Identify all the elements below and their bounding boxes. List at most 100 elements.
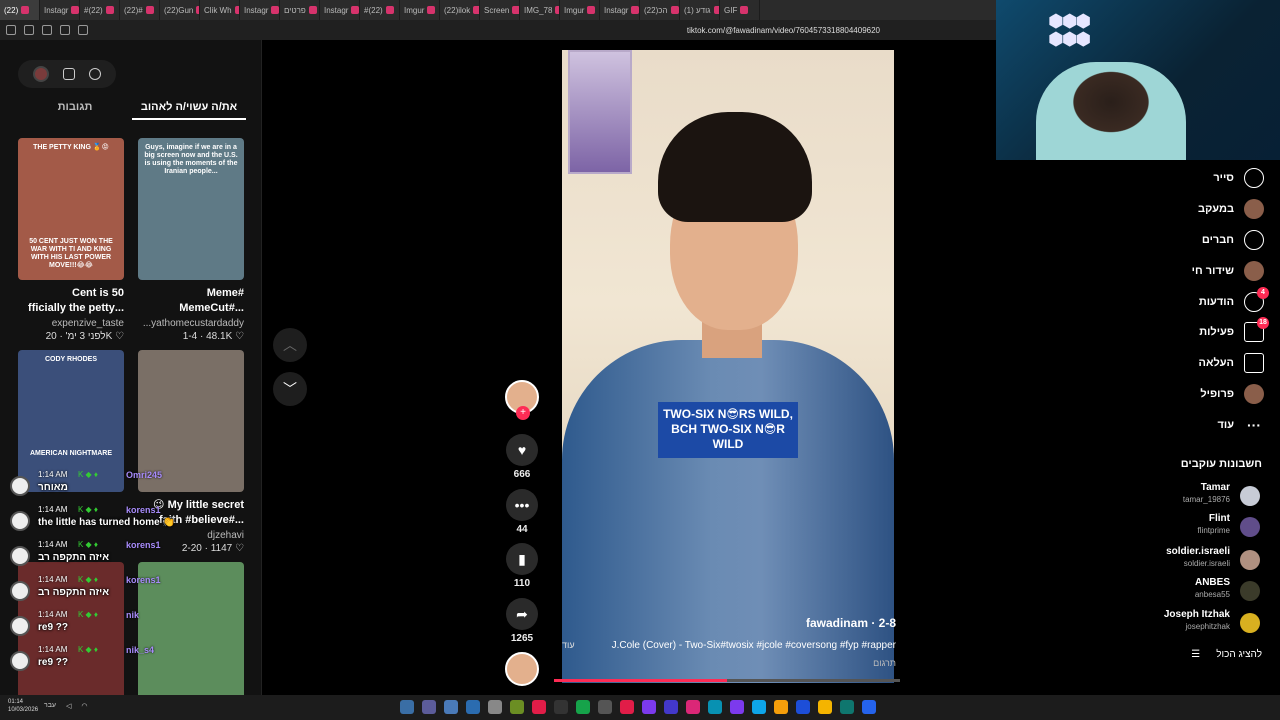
taskbar-app-icon[interactable] [444, 700, 458, 714]
taskbar-app-icon[interactable] [598, 700, 612, 714]
taskbar-app-icon[interactable] [400, 700, 414, 714]
video-card-title[interactable]: 50 Cent is ...fficially the petty [18, 286, 124, 316]
taskbar-app-icon[interactable] [840, 700, 854, 714]
taskbar-app-icon[interactable] [708, 700, 722, 714]
video-progress-bar[interactable] [554, 679, 900, 682]
tab-comments[interactable]: תגובות [18, 98, 132, 120]
taskbar-app-icon[interactable] [686, 700, 700, 714]
browser-tab[interactable]: (22)ilok [440, 0, 480, 20]
video-card-user[interactable]: ...yathomecustardaddy [138, 318, 244, 329]
taskbar-app-icon[interactable] [642, 700, 656, 714]
nav-item[interactable]: 4 הודעות [1199, 287, 1269, 314]
browser-tab[interactable]: (22)Gun [160, 0, 200, 20]
taskbar-clock[interactable]: 01:14 10/03/2026 [8, 698, 38, 714]
show-all-label[interactable]: להציג הכול [1216, 649, 1262, 660]
taskbar-app-icon[interactable] [796, 700, 810, 714]
music-icon[interactable] [78, 25, 88, 35]
browser-tab[interactable]: (22) [0, 0, 40, 20]
browser-tab[interactable]: Instagr [40, 0, 80, 20]
taskbar-app-icon[interactable] [488, 700, 502, 714]
share-icon[interactable]: ➦ [506, 598, 538, 630]
comment-icon[interactable]: ••• [506, 489, 538, 521]
taskbar-app-icon[interactable] [576, 700, 590, 714]
nav-item[interactable]: חברים [1202, 228, 1264, 252]
taskbar-app-icon[interactable] [774, 700, 788, 714]
author-name[interactable]: fawadinam [806, 616, 868, 630]
video-card-title[interactable]: #Meme ...#MemeCut [138, 286, 244, 316]
author-avatar[interactable]: + [505, 380, 539, 420]
translate-link[interactable]: תרגום [873, 658, 896, 668]
video-card[interactable]: THE PETTY KING 🏅😡 50 CENT JUST WON THE WA… [18, 138, 124, 342]
phone-icon[interactable] [63, 68, 75, 80]
volume-icon[interactable]: ◁ [66, 702, 71, 710]
browser-tab[interactable]: פרטים [280, 0, 320, 20]
sound-avatar[interactable] [505, 652, 539, 686]
video-author[interactable]: fawadinam · 2-8 [806, 616, 896, 630]
taskbar-app-icon[interactable] [422, 700, 436, 714]
browser-tab[interactable]: Instagr [320, 0, 360, 20]
following-account[interactable]: soldier.israeli soldier.israeli [1060, 546, 1260, 574]
bookmark-icon[interactable]: ▮ [506, 543, 538, 575]
sound-avatar-button[interactable] [504, 652, 540, 686]
browser-tab[interactable]: (22)הכ [640, 0, 680, 20]
browser-tab[interactable]: Screen [480, 0, 520, 20]
browser-tab[interactable]: (1) גודע [680, 0, 720, 20]
following-account[interactable]: Joseph Itzhak josephitzhak [1060, 609, 1260, 637]
video-thumbnail[interactable]: THE PETTY KING 🏅😡 50 CENT JUST WON THE WA… [18, 138, 124, 280]
browser-tab[interactable]: GIF [720, 0, 760, 20]
heart-icon[interactable]: ♥ [506, 434, 538, 466]
show-all-link[interactable]: להציג הכול ☰ [1191, 649, 1262, 660]
browser-tab[interactable]: #(22) [80, 0, 120, 20]
previous-video-button[interactable]: ︿ [273, 328, 307, 362]
like-button[interactable]: ♥ 666 [504, 434, 540, 480]
nav-item[interactable]: ··· עוד [1217, 413, 1264, 437]
browser-tab[interactable]: IMG_78 [520, 0, 560, 20]
following-account[interactable]: ANBES anbesa55 [1060, 577, 1260, 605]
browser-tab[interactable]: #(22) [360, 0, 400, 20]
creator-avatar[interactable] [33, 66, 49, 82]
browser-tab[interactable]: Instagr [240, 0, 280, 20]
taskbar-app-icon[interactable] [664, 700, 678, 714]
more-link[interactable]: עוד [562, 640, 575, 650]
menu-icon[interactable] [6, 25, 16, 35]
taskbar-app-icon[interactable] [510, 700, 524, 714]
browser-tab[interactable]: Imgur [560, 0, 600, 20]
follow-plus-icon[interactable]: + [516, 406, 530, 420]
browser-tab[interactable]: (22)# [120, 0, 160, 20]
nav-item[interactable]: פרופיל [1200, 382, 1264, 406]
tab-you-may-like[interactable]: את/ה עשוי/ה לאהוב [132, 98, 246, 120]
nav-item[interactable]: 18 פעילות [1199, 317, 1269, 344]
taskbar-app-icon[interactable] [730, 700, 744, 714]
taskbar-app-icon[interactable] [466, 700, 480, 714]
browser-tab[interactable]: Clik Wh [200, 0, 240, 20]
browser-tab[interactable]: Instagr [600, 0, 640, 20]
following-account[interactable]: Tamar tamar_19876 [1060, 482, 1260, 510]
next-video-button[interactable]: ﹀ [273, 372, 307, 406]
taskbar-app-icon[interactable] [862, 700, 876, 714]
browser-tab[interactable]: Imgur [400, 0, 440, 20]
language-indicator[interactable]: עבר [44, 702, 56, 710]
comment-button[interactable]: ••• 44 [504, 489, 540, 535]
taskbar-app-icon[interactable] [818, 700, 832, 714]
taskbar-app-icon[interactable] [532, 700, 546, 714]
following-account[interactable]: Flint flintprime [1060, 513, 1260, 541]
shield-icon[interactable] [24, 25, 34, 35]
author-avatar-button[interactable]: + [504, 380, 540, 420]
pencil-icon[interactable] [42, 25, 52, 35]
taskbar-app-icon[interactable] [752, 700, 766, 714]
sidebar-icon[interactable] [60, 25, 70, 35]
video-card[interactable]: Guys, imagine if we are in a big screen … [138, 138, 244, 342]
settings-icon[interactable] [89, 68, 101, 80]
taskbar-app-icon[interactable] [620, 700, 634, 714]
share-button[interactable]: ➦ 1265 [504, 598, 540, 644]
nav-item[interactable]: שידור חי [1192, 259, 1264, 283]
video-thumbnail[interactable]: Guys, imagine if we are in a big screen … [138, 138, 244, 280]
nav-item[interactable]: העלאה [1199, 351, 1264, 375]
video-card-user[interactable]: expenzive_taste [18, 318, 124, 329]
nav-item[interactable]: סייר [1213, 166, 1264, 190]
video-player[interactable]: TWO-SIX N😎RS WILD, BCH TWO-SIX N😎R WILD [562, 50, 894, 683]
save-button[interactable]: ▮ 110 [504, 543, 540, 589]
nav-item[interactable]: במעקב [1198, 197, 1264, 221]
taskbar-app-icon[interactable] [554, 700, 568, 714]
address-bar[interactable]: tiktok.com/@fawadinam/video/760457331880… [687, 26, 880, 35]
